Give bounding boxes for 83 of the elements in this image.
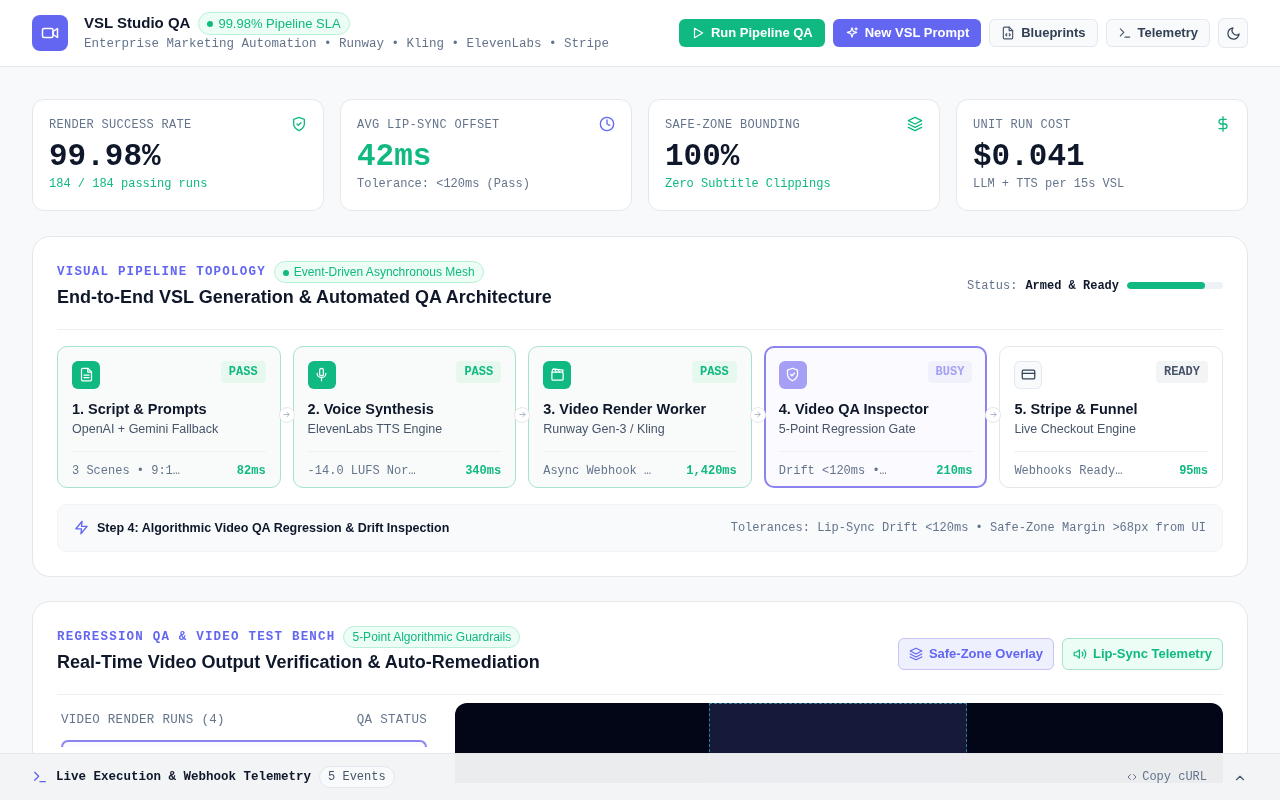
stage-detail: 3 Scenes • 9:1… bbox=[72, 463, 181, 481]
moon-icon bbox=[1225, 25, 1241, 41]
step-note: Step 4: Algorithmic Video QA Regression & Drift Inspection bbox=[97, 519, 450, 537]
clapperboard-icon bbox=[549, 367, 565, 383]
section-eyebrow: VISUAL PIPELINE TOPOLOGY bbox=[57, 263, 266, 281]
stage-status-badge: PASS bbox=[691, 360, 737, 383]
layers-icon bbox=[907, 116, 923, 132]
kpi-label: AVG LIP-SYNC OFFSET bbox=[357, 117, 500, 134]
stage-status-badge: BUSY bbox=[927, 360, 973, 383]
app-subtitle: Enterprise Marketing Automation • Runway • Kling • ElevenLabs • Stripe bbox=[84, 36, 610, 54]
stage-latency: 82ms bbox=[236, 463, 266, 481]
stage-detail: -14.0 LUFS Nor… bbox=[307, 463, 416, 481]
sparkle-icon bbox=[844, 26, 859, 40]
stage-title: 2. Voice Synthesis bbox=[307, 399, 435, 419]
sla-badge: 99.98% Pipeline SLA bbox=[198, 11, 350, 36]
dollar-icon bbox=[1215, 116, 1231, 132]
app-title: VSL Studio QA bbox=[84, 13, 191, 34]
clock-icon bbox=[599, 116, 615, 132]
kpi-value: $0.041 bbox=[973, 138, 1086, 176]
stage-latency: 1,420ms bbox=[686, 463, 737, 481]
code-file-icon bbox=[1001, 26, 1016, 40]
stage-subtitle: Live Checkout Engine bbox=[1014, 421, 1137, 439]
kpi-note: 184 / 184 passing runs bbox=[49, 176, 209, 194]
column-header: VIDEO RENDER RUNS (4) bbox=[61, 711, 225, 729]
stage-latency: 340ms bbox=[465, 463, 502, 481]
credit-card-icon bbox=[1020, 367, 1036, 383]
kpi-note: Tolerance: <120ms (Pass) bbox=[357, 176, 531, 194]
action-button[interactable]: Blueprints bbox=[989, 19, 1098, 47]
stage-status-badge: READY bbox=[1155, 360, 1208, 383]
action-button[interactable]: Telemetry bbox=[1105, 19, 1210, 47]
kpi-value: 100% bbox=[665, 138, 741, 176]
mesh-badge: Event-Driven Asynchronous Mesh bbox=[273, 261, 484, 283]
stage-card[interactable]: PASS 3. Video Render Worker Runway Gen-3 / Kling Async Webhook … 1,420ms bbox=[528, 345, 752, 488]
stage-card[interactable]: BUSY 4. Video QA Inspector 5-Point Regression Gate Drift <120ms •… 210ms bbox=[763, 345, 988, 488]
kpi-note: LLM + TTS per 15s VSL bbox=[973, 176, 1126, 194]
console-title: Live Execution & Webhook Telemetry bbox=[56, 768, 312, 786]
speaker-icon bbox=[1073, 647, 1088, 662]
status-value: Armed & Ready bbox=[1025, 277, 1119, 295]
event-count: 5 Events bbox=[319, 766, 395, 788]
stage-subtitle: OpenAI + Gemini Fallback bbox=[72, 421, 220, 439]
stage-subtitle: ElevenLabs TTS Engine bbox=[307, 421, 444, 439]
stage-latency: 95ms bbox=[1179, 463, 1208, 481]
document-icon bbox=[78, 367, 94, 383]
kpi-label: RENDER SUCCESS RATE bbox=[49, 117, 192, 134]
stage-card[interactable]: PASS 2. Voice Synthesis ElevenLabs TTS Engine -14.0 LUFS Nor… 340ms bbox=[292, 345, 517, 488]
terminal-icon bbox=[32, 769, 48, 785]
kpi-note: Zero Subtitle Clippings bbox=[665, 176, 832, 194]
stage-card[interactable]: PASS 1. Script & Prompts OpenAI + Gemini Fallback 3 Scenes • 9:1… 82ms bbox=[57, 345, 281, 488]
stage-latency: 210ms bbox=[936, 463, 973, 481]
stage-title: 4. Video QA Inspector bbox=[778, 399, 930, 419]
stage-subtitle: Runway Gen-3 / Kling bbox=[543, 421, 666, 439]
theme-toggle-button[interactable] bbox=[1218, 18, 1248, 48]
stage-status-badge: PASS bbox=[220, 360, 266, 383]
lightning-icon bbox=[74, 520, 89, 536]
code-icon bbox=[1126, 771, 1139, 783]
column-header: QA STATUS bbox=[356, 711, 427, 729]
tolerances-text: Tolerances: Lip-Sync Drift <120ms • Safe-Zone Margin >68px from UI bbox=[730, 519, 1206, 537]
section-eyebrow: REGRESSION QA & VIDEO TEST BENCH bbox=[57, 628, 336, 646]
stage-detail: Async Webhook … bbox=[543, 463, 652, 481]
stage-card[interactable]: READY 5. Stripe & Funnel Live Checkout Engine Webhooks Ready… 95ms bbox=[999, 345, 1223, 488]
status-label: Status: bbox=[966, 277, 1018, 295]
toggle-button[interactable]: Safe-Zone Overlay bbox=[897, 638, 1055, 670]
kpi-value: 99.98% bbox=[49, 138, 162, 176]
stage-detail: Drift <120ms •… bbox=[778, 463, 887, 481]
kpi-label: SAFE-ZONE BOUNDING bbox=[665, 117, 801, 134]
stage-title: 3. Video Render Worker bbox=[543, 399, 708, 419]
terminal-icon bbox=[1117, 26, 1132, 40]
kpi-value: 42ms bbox=[357, 138, 433, 176]
stage-subtitle: 5-Point Regression Gate bbox=[778, 421, 917, 439]
stage-title: 5. Stripe & Funnel bbox=[1014, 399, 1139, 419]
run-row[interactable] bbox=[61, 739, 427, 747]
shield-check-icon bbox=[291, 116, 307, 132]
stage-detail: Webhooks Ready… bbox=[1014, 463, 1123, 481]
stage-title: 1. Script & Prompts bbox=[72, 399, 208, 419]
kpi-label: UNIT RUN COST bbox=[973, 117, 1071, 134]
guardrails-badge: 5-Point Algorithmic Guardrails bbox=[343, 626, 521, 649]
section-title: Real-Time Video Output Verification & Auto-Remediation bbox=[57, 652, 540, 674]
stage-status-badge: PASS bbox=[456, 360, 502, 383]
copy-curl-button[interactable]: Copy cURL bbox=[1125, 767, 1208, 787]
section-title: End-to-End VSL Generation & Automated QA Architecture bbox=[57, 287, 552, 309]
shield-check-icon bbox=[785, 367, 801, 383]
layers-icon bbox=[908, 647, 923, 662]
action-button[interactable]: New VSL Prompt bbox=[832, 19, 982, 47]
